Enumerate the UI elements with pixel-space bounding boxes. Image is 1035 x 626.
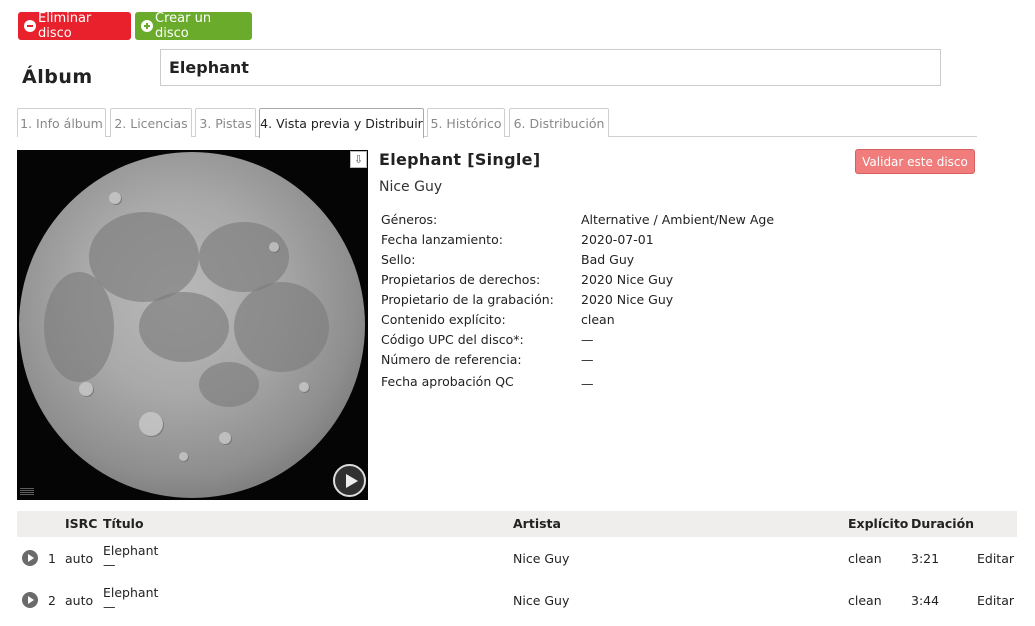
track-artist: Nice Guy bbox=[513, 593, 570, 608]
track-duration: 3:21 bbox=[911, 551, 940, 566]
explicit-header: Explícito bbox=[848, 516, 909, 531]
track-number: 1 bbox=[48, 551, 56, 566]
track-isrc: auto bbox=[65, 551, 94, 566]
artist-header: Artista bbox=[513, 516, 561, 531]
upc-code-value: — bbox=[581, 332, 594, 347]
create-release-label: Crear un disco bbox=[155, 11, 212, 41]
delete-release-label: Eliminar disco bbox=[38, 11, 92, 41]
track-subtitle: — bbox=[103, 599, 116, 614]
play-icon[interactable] bbox=[22, 592, 38, 608]
isrc-header: ISRC bbox=[65, 516, 98, 531]
cover-art: ⇩ bbox=[17, 150, 368, 500]
release-date-label: Fecha lanzamiento: bbox=[381, 232, 503, 247]
track-explicit: clean bbox=[848, 551, 882, 566]
tab-history[interactable]: 5. Histórico bbox=[427, 108, 505, 137]
label-label: Sello: bbox=[381, 252, 416, 267]
download-icon[interactable]: ⇩ bbox=[350, 151, 367, 168]
genres-label: Géneros: bbox=[381, 212, 438, 227]
release-date-value: 2020-07-01 bbox=[581, 232, 654, 247]
duration-header: Duración bbox=[911, 516, 975, 531]
tab-preview-distribute[interactable]: 4. Vista previa y Distribuir bbox=[259, 108, 424, 138]
minus-circle-icon bbox=[24, 20, 36, 32]
tab-distribution[interactable]: 6. Distribución bbox=[509, 108, 609, 137]
tab-album-info[interactable]: 1. Info álbum bbox=[17, 108, 106, 137]
table-row: 1 auto Elephant — Nice Guy clean 3:21 Ed… bbox=[17, 540, 1017, 582]
release-title: Elephant [Single] bbox=[379, 150, 541, 169]
edit-track-link[interactable]: Editar bbox=[977, 551, 1014, 566]
moon-image bbox=[19, 152, 365, 498]
title-header: Título bbox=[103, 516, 144, 531]
reference-number-label: Número de referencia: bbox=[381, 352, 522, 367]
tab-bar: 1. Info álbum 2. Licencias 3. Pistas 4. … bbox=[17, 108, 977, 138]
cover-caption bbox=[20, 488, 34, 496]
explicit-content-value: clean bbox=[581, 312, 615, 327]
explicit-content-label: Contenido explícito: bbox=[381, 312, 506, 327]
genres-value: Alternative / Ambient/New Age bbox=[581, 212, 775, 227]
label-value: Bad Guy bbox=[581, 252, 635, 267]
play-icon[interactable] bbox=[333, 464, 366, 497]
table-row: 2 auto Elephant — Nice Guy clean 3:44 Ed… bbox=[17, 582, 1017, 624]
tab-tracks[interactable]: 3. Pistas bbox=[195, 108, 256, 137]
album-name-input[interactable] bbox=[160, 49, 941, 86]
album-label: Álbum bbox=[22, 66, 93, 88]
validate-release-button[interactable]: Validar este disco bbox=[855, 149, 975, 174]
create-release-button[interactable]: Crear un disco bbox=[135, 11, 252, 41]
play-icon[interactable] bbox=[22, 550, 38, 566]
upc-code-label: Código UPC del disco*: bbox=[381, 332, 524, 347]
track-subtitle: — bbox=[103, 557, 116, 572]
recording-owner-value: 2020 Nice Guy bbox=[581, 292, 674, 307]
track-title: Elephant bbox=[103, 543, 159, 558]
tab-licenses[interactable]: 2. Licencias bbox=[110, 108, 192, 137]
track-explicit: clean bbox=[848, 593, 882, 608]
edit-track-link[interactable]: Editar bbox=[977, 593, 1014, 608]
recording-owner-label: Propietario de la grabación: bbox=[381, 292, 554, 307]
rights-owners-value: 2020 Nice Guy bbox=[581, 272, 674, 287]
track-artist: Nice Guy bbox=[513, 551, 570, 566]
qc-approval-date-value: — bbox=[581, 376, 594, 391]
track-isrc: auto bbox=[65, 593, 94, 608]
plus-circle-icon bbox=[141, 20, 153, 32]
tracks-table-header: ISRC Título Artista Explícito Duración bbox=[17, 511, 1017, 537]
delete-release-button[interactable]: Eliminar disco bbox=[18, 11, 131, 41]
track-duration: 3:44 bbox=[911, 593, 940, 608]
reference-number-value: — bbox=[581, 352, 594, 367]
release-artist: Nice Guy bbox=[379, 179, 443, 195]
qc-approval-date-label: Fecha aprobación QC bbox=[381, 374, 514, 389]
track-number: 2 bbox=[48, 593, 56, 608]
track-title: Elephant bbox=[103, 585, 159, 600]
rights-owners-label: Propietarios de derechos: bbox=[381, 272, 541, 287]
